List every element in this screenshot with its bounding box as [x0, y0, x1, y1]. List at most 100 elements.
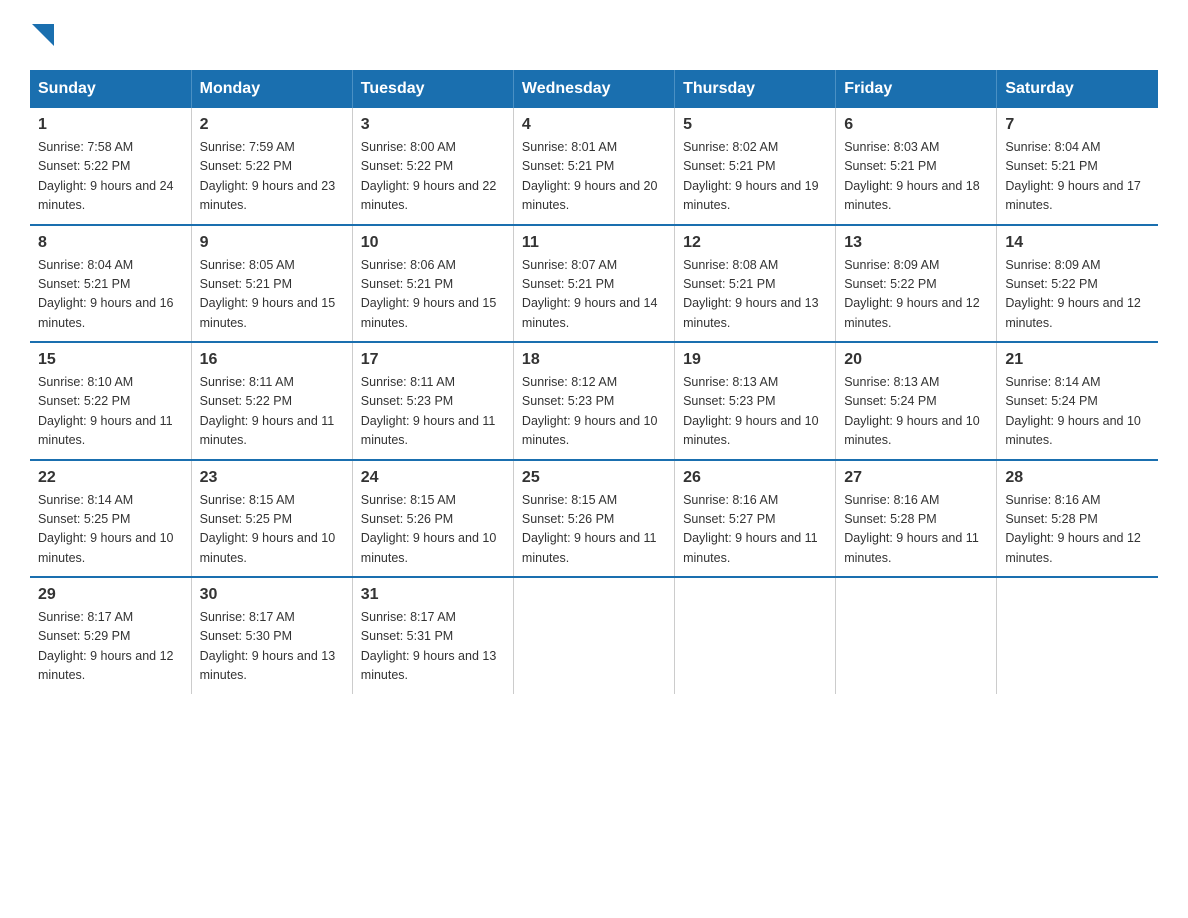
- day-info: Sunrise: 7:58 AMSunset: 5:22 PMDaylight:…: [38, 138, 183, 216]
- logo: [30, 20, 54, 50]
- day-info: Sunrise: 8:16 AMSunset: 5:28 PMDaylight:…: [1005, 491, 1150, 569]
- calendar-cell: 20 Sunrise: 8:13 AMSunset: 5:24 PMDaylig…: [836, 342, 997, 460]
- day-info: Sunrise: 8:11 AMSunset: 5:23 PMDaylight:…: [361, 373, 505, 451]
- day-info: Sunrise: 8:15 AMSunset: 5:26 PMDaylight:…: [361, 491, 505, 569]
- day-info: Sunrise: 8:02 AMSunset: 5:21 PMDaylight:…: [683, 138, 827, 216]
- day-info: Sunrise: 8:15 AMSunset: 5:25 PMDaylight:…: [200, 491, 344, 569]
- day-info: Sunrise: 8:14 AMSunset: 5:25 PMDaylight:…: [38, 491, 183, 569]
- day-info: Sunrise: 8:17 AMSunset: 5:31 PMDaylight:…: [361, 608, 505, 686]
- day-info: Sunrise: 8:04 AMSunset: 5:21 PMDaylight:…: [1005, 138, 1150, 216]
- calendar-cell: 17 Sunrise: 8:11 AMSunset: 5:23 PMDaylig…: [352, 342, 513, 460]
- day-number: 28: [1005, 469, 1150, 487]
- day-number: 3: [361, 116, 505, 134]
- calendar-cell: 3 Sunrise: 8:00 AMSunset: 5:22 PMDayligh…: [352, 108, 513, 225]
- calendar-cell: [997, 577, 1158, 694]
- calendar-cell: 26 Sunrise: 8:16 AMSunset: 5:27 PMDaylig…: [675, 460, 836, 578]
- day-info: Sunrise: 8:08 AMSunset: 5:21 PMDaylight:…: [683, 256, 827, 334]
- calendar-week-row: 22 Sunrise: 8:14 AMSunset: 5:25 PMDaylig…: [30, 460, 1158, 578]
- calendar-cell: 15 Sunrise: 8:10 AMSunset: 5:22 PMDaylig…: [30, 342, 191, 460]
- weekday-header-wednesday: Wednesday: [513, 70, 674, 108]
- day-number: 16: [200, 351, 344, 369]
- weekday-header-sunday: Sunday: [30, 70, 191, 108]
- day-info: Sunrise: 8:17 AMSunset: 5:29 PMDaylight:…: [38, 608, 183, 686]
- day-number: 14: [1005, 234, 1150, 252]
- day-number: 2: [200, 116, 344, 134]
- day-info: Sunrise: 8:13 AMSunset: 5:24 PMDaylight:…: [844, 373, 988, 451]
- day-info: Sunrise: 8:09 AMSunset: 5:22 PMDaylight:…: [1005, 256, 1150, 334]
- calendar-cell: 8 Sunrise: 8:04 AMSunset: 5:21 PMDayligh…: [30, 225, 191, 343]
- calendar-cell: 6 Sunrise: 8:03 AMSunset: 5:21 PMDayligh…: [836, 108, 997, 225]
- day-info: Sunrise: 8:17 AMSunset: 5:30 PMDaylight:…: [200, 608, 344, 686]
- calendar-cell: [836, 577, 997, 694]
- day-info: Sunrise: 8:07 AMSunset: 5:21 PMDaylight:…: [522, 256, 666, 334]
- day-number: 17: [361, 351, 505, 369]
- logo-arrow-icon: [32, 24, 54, 46]
- calendar-cell: 9 Sunrise: 8:05 AMSunset: 5:21 PMDayligh…: [191, 225, 352, 343]
- weekday-header-tuesday: Tuesday: [352, 70, 513, 108]
- day-number: 9: [200, 234, 344, 252]
- day-info: Sunrise: 8:11 AMSunset: 5:22 PMDaylight:…: [200, 373, 344, 451]
- day-info: Sunrise: 7:59 AMSunset: 5:22 PMDaylight:…: [200, 138, 344, 216]
- calendar-cell: 14 Sunrise: 8:09 AMSunset: 5:22 PMDaylig…: [997, 225, 1158, 343]
- calendar-table: SundayMondayTuesdayWednesdayThursdayFrid…: [30, 70, 1158, 694]
- weekday-header-monday: Monday: [191, 70, 352, 108]
- day-number: 6: [844, 116, 988, 134]
- weekday-header-row: SundayMondayTuesdayWednesdayThursdayFrid…: [30, 70, 1158, 108]
- page-header: [30, 20, 1158, 50]
- calendar-cell: 23 Sunrise: 8:15 AMSunset: 5:25 PMDaylig…: [191, 460, 352, 578]
- calendar-cell: 2 Sunrise: 7:59 AMSunset: 5:22 PMDayligh…: [191, 108, 352, 225]
- day-number: 15: [38, 351, 183, 369]
- day-number: 21: [1005, 351, 1150, 369]
- day-info: Sunrise: 8:00 AMSunset: 5:22 PMDaylight:…: [361, 138, 505, 216]
- weekday-header-thursday: Thursday: [675, 70, 836, 108]
- calendar-cell: [513, 577, 674, 694]
- day-number: 18: [522, 351, 666, 369]
- day-number: 11: [522, 234, 666, 252]
- day-number: 13: [844, 234, 988, 252]
- day-number: 22: [38, 469, 183, 487]
- day-info: Sunrise: 8:16 AMSunset: 5:27 PMDaylight:…: [683, 491, 827, 569]
- day-number: 20: [844, 351, 988, 369]
- day-number: 26: [683, 469, 827, 487]
- calendar-cell: 11 Sunrise: 8:07 AMSunset: 5:21 PMDaylig…: [513, 225, 674, 343]
- day-number: 7: [1005, 116, 1150, 134]
- weekday-header-saturday: Saturday: [997, 70, 1158, 108]
- day-info: Sunrise: 8:14 AMSunset: 5:24 PMDaylight:…: [1005, 373, 1150, 451]
- calendar-cell: 7 Sunrise: 8:04 AMSunset: 5:21 PMDayligh…: [997, 108, 1158, 225]
- day-info: Sunrise: 8:06 AMSunset: 5:21 PMDaylight:…: [361, 256, 505, 334]
- day-number: 27: [844, 469, 988, 487]
- day-info: Sunrise: 8:03 AMSunset: 5:21 PMDaylight:…: [844, 138, 988, 216]
- calendar-cell: 31 Sunrise: 8:17 AMSunset: 5:31 PMDaylig…: [352, 577, 513, 694]
- day-info: Sunrise: 8:12 AMSunset: 5:23 PMDaylight:…: [522, 373, 666, 451]
- day-number: 19: [683, 351, 827, 369]
- calendar-cell: 24 Sunrise: 8:15 AMSunset: 5:26 PMDaylig…: [352, 460, 513, 578]
- calendar-cell: 4 Sunrise: 8:01 AMSunset: 5:21 PMDayligh…: [513, 108, 674, 225]
- calendar-week-row: 29 Sunrise: 8:17 AMSunset: 5:29 PMDaylig…: [30, 577, 1158, 694]
- day-number: 23: [200, 469, 344, 487]
- calendar-cell: 21 Sunrise: 8:14 AMSunset: 5:24 PMDaylig…: [997, 342, 1158, 460]
- day-info: Sunrise: 8:15 AMSunset: 5:26 PMDaylight:…: [522, 491, 666, 569]
- calendar-cell: 12 Sunrise: 8:08 AMSunset: 5:21 PMDaylig…: [675, 225, 836, 343]
- calendar-cell: 5 Sunrise: 8:02 AMSunset: 5:21 PMDayligh…: [675, 108, 836, 225]
- day-number: 5: [683, 116, 827, 134]
- calendar-cell: [675, 577, 836, 694]
- calendar-cell: 10 Sunrise: 8:06 AMSunset: 5:21 PMDaylig…: [352, 225, 513, 343]
- day-number: 31: [361, 586, 505, 604]
- calendar-cell: 19 Sunrise: 8:13 AMSunset: 5:23 PMDaylig…: [675, 342, 836, 460]
- day-number: 4: [522, 116, 666, 134]
- calendar-cell: 28 Sunrise: 8:16 AMSunset: 5:28 PMDaylig…: [997, 460, 1158, 578]
- calendar-cell: 18 Sunrise: 8:12 AMSunset: 5:23 PMDaylig…: [513, 342, 674, 460]
- calendar-cell: 22 Sunrise: 8:14 AMSunset: 5:25 PMDaylig…: [30, 460, 191, 578]
- day-number: 1: [38, 116, 183, 134]
- calendar-week-row: 1 Sunrise: 7:58 AMSunset: 5:22 PMDayligh…: [30, 108, 1158, 225]
- day-number: 10: [361, 234, 505, 252]
- day-info: Sunrise: 8:04 AMSunset: 5:21 PMDaylight:…: [38, 256, 183, 334]
- calendar-cell: 27 Sunrise: 8:16 AMSunset: 5:28 PMDaylig…: [836, 460, 997, 578]
- calendar-week-row: 8 Sunrise: 8:04 AMSunset: 5:21 PMDayligh…: [30, 225, 1158, 343]
- day-info: Sunrise: 8:10 AMSunset: 5:22 PMDaylight:…: [38, 373, 183, 451]
- day-number: 30: [200, 586, 344, 604]
- day-number: 29: [38, 586, 183, 604]
- calendar-week-row: 15 Sunrise: 8:10 AMSunset: 5:22 PMDaylig…: [30, 342, 1158, 460]
- day-info: Sunrise: 8:01 AMSunset: 5:21 PMDaylight:…: [522, 138, 666, 216]
- calendar-cell: 16 Sunrise: 8:11 AMSunset: 5:22 PMDaylig…: [191, 342, 352, 460]
